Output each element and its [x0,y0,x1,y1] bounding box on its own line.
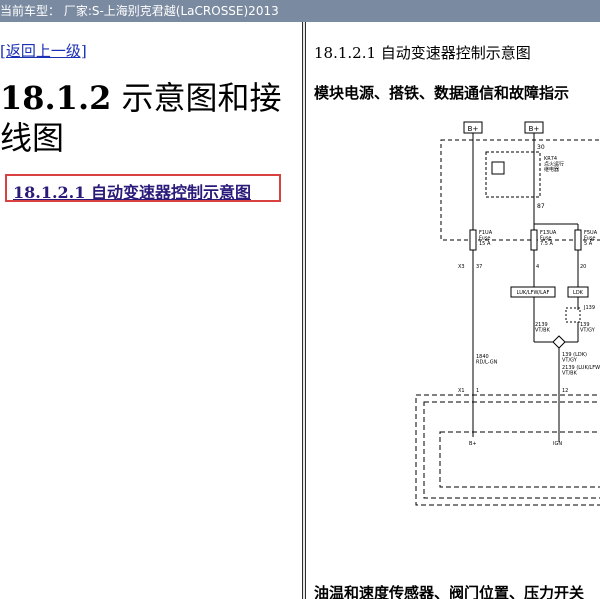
wire-1840: 1840 RD/L-GN [476,354,498,366]
bplus-right-label: B+ [529,125,540,133]
wire-2139-vtbk: 2139 VT/BK [535,322,551,334]
window-title-bar: 当前车型： 厂家:S-上海别克君越(LaCROSSE)2013 [0,0,600,22]
wiring-diagram: B+ B+ 30 KR74 点火运行继电器 87 F1UA Fuse 15 A F13… [415,121,600,506]
back-link[interactable]: [返回上一级] [0,40,87,61]
pin-37: 37 [476,264,482,270]
bplus-module-pin: B+ [469,441,477,447]
bplus-left-label: B+ [468,125,479,133]
pin-1: 1 [476,388,479,394]
relay-pin-87: 87 [537,203,545,210]
next-section-heading: 油温和速度传感器、阀门位置、压力开关 [314,584,585,599]
pin-20: 20 [580,264,586,270]
splice-luk: LUK/LFW/LAF [517,290,550,296]
relay-pin-30: 30 [537,144,545,151]
connector-j139: J139 [583,305,595,311]
section-number: 18.1.2 [0,79,112,117]
diagram-heading: 18.1.2.1 自动变速器控制示意图 [314,44,531,62]
wire-139-vtgy: 139 VT/GY [580,322,596,334]
wire-2139-luk: 2139 (LUK/LFW VT/BK [562,365,600,377]
toc-link-transmission-control[interactable]: 18.1.2.1 自动变速器控制示意图 [13,179,251,203]
connector-x3: X3 [458,264,465,270]
fuse-f1ua: F1UA Fuse 15 A [479,230,493,247]
pin-12: 12 [562,388,568,394]
toc-item-highlight: 18.1.2.1 自动变速器控制示意图 [5,174,281,202]
left-pane: [返回上一级] 18.1.2 示意图和接线图 18.1.2.1 自动变速器控制示… [0,22,300,599]
fuse-f5ua: F5UA Fuse 5 A [584,230,598,247]
splice-ldk: LDK [573,290,584,296]
right-pane: 18.1.2.1 自动变速器控制示意图 模块电源、搭铁、数据通信和故障指示 B+… [306,22,600,599]
wire-139-ldk: 139 (LDK) VT/GY [562,352,587,364]
fuse-f13ua: F13UA Fuse 7.5 A [540,230,557,247]
diagram-subheading: 模块电源、搭铁、数据通信和故障指示 [314,84,570,102]
relay-label: KR74 点火运行继电器 [544,156,564,173]
section-title: 18.1.2 示意图和接线图 [0,78,295,158]
connector-x1: X1 [458,388,465,394]
ign-module-pin: IGN [553,441,562,447]
window-title: 当前车型： 厂家:S-上海别克君越(LaCROSSE)2013 [0,4,279,18]
pin-4: 4 [536,264,539,270]
